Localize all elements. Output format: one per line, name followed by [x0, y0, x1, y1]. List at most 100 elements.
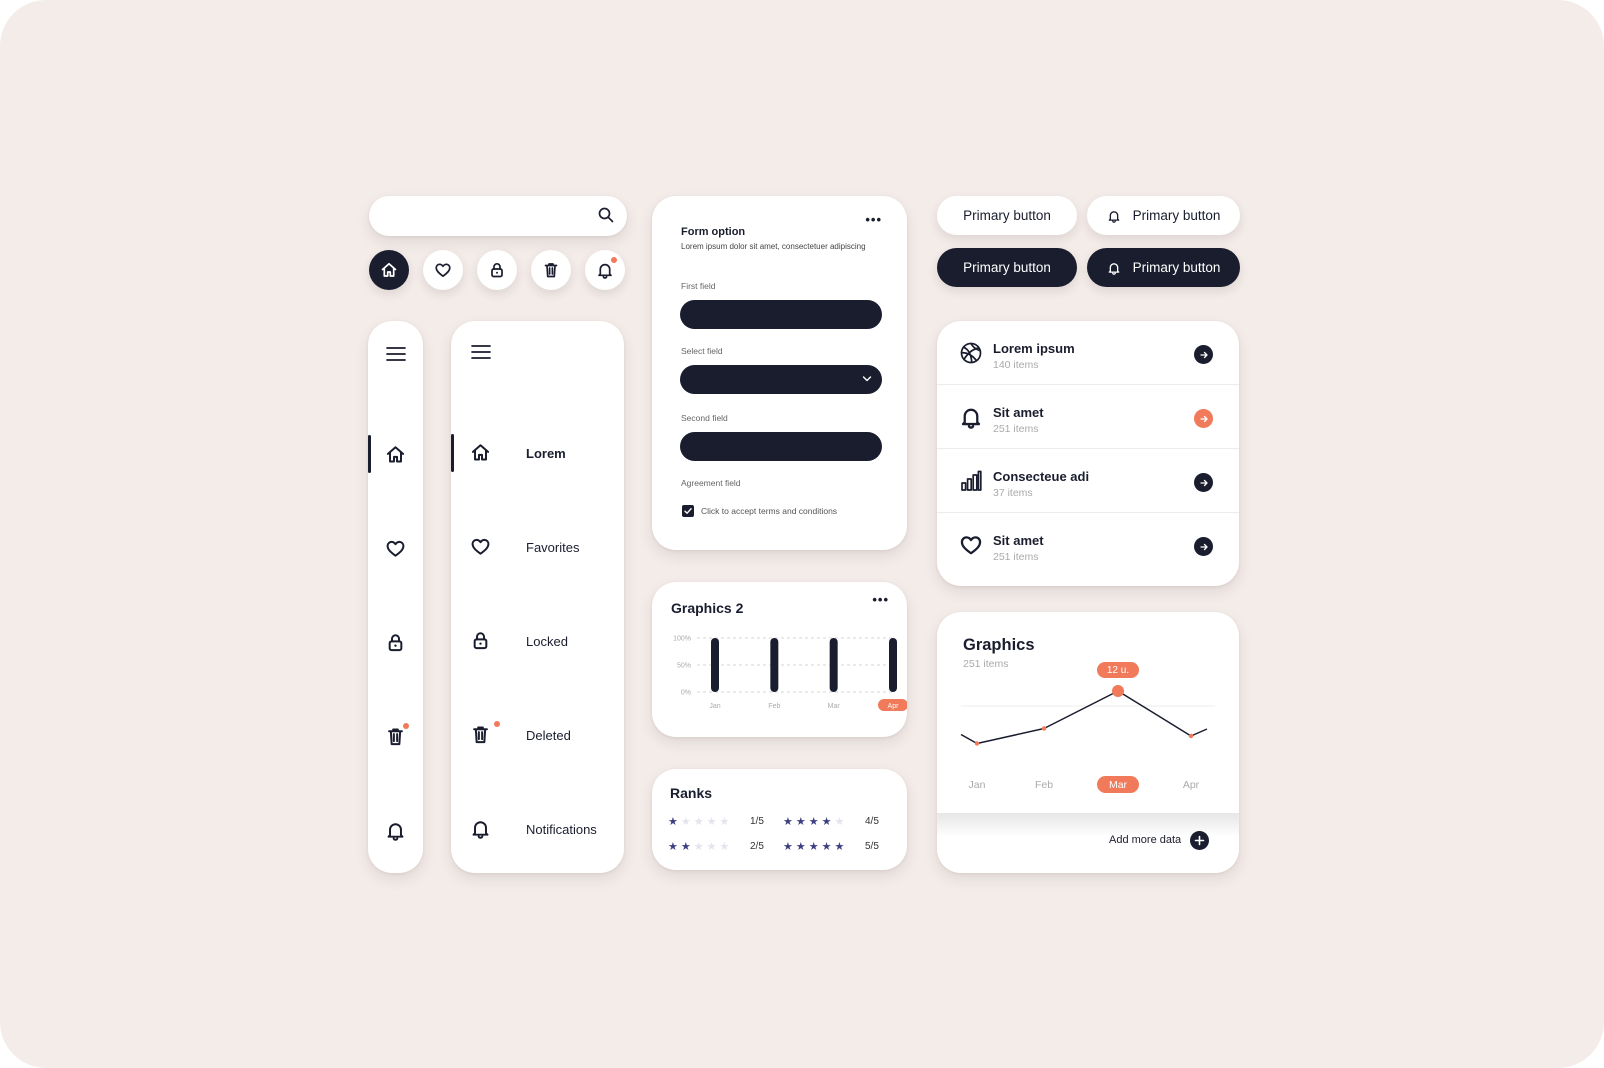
sidebar-item-home[interactable] — [368, 434, 423, 474]
data-point[interactable] — [974, 741, 980, 746]
star-empty-icon: ★ — [834, 816, 845, 828]
select-field[interactable] — [680, 365, 882, 394]
list-item[interactable]: Sit amet 251 items — [937, 385, 1239, 449]
terms-checkbox-label: Click to accept terms and conditions — [701, 506, 838, 516]
sidebar-item-label: Locked — [526, 633, 568, 649]
list-item[interactable]: Lorem ipsum 140 items — [937, 321, 1239, 385]
search-icon[interactable] — [597, 206, 615, 224]
list-item-count: 251 items — [993, 423, 1039, 435]
sidebar-item-deleted[interactable]: Deleted — [451, 715, 624, 755]
bar — [829, 638, 838, 692]
list-item-title: Consecteue adi — [993, 469, 1090, 484]
sidebar-item-favorites[interactable]: Favorites — [451, 527, 624, 567]
x-tick-label: Jan — [969, 779, 986, 791]
first-field-input[interactable] — [680, 300, 882, 329]
star-empty-icon: ★ — [693, 816, 704, 828]
terms-checkbox[interactable] — [682, 505, 694, 517]
star-filled-icon: ★ — [821, 816, 832, 828]
graphics-2-title: Graphics 2 — [671, 600, 744, 616]
bell-icon — [385, 820, 406, 841]
bar — [711, 638, 719, 692]
sidebar-item-notifications[interactable] — [368, 810, 423, 850]
arrow-right-icon[interactable] — [1194, 345, 1213, 364]
arrow-right-icon[interactable] — [1194, 409, 1213, 428]
arrow-right-icon[interactable] — [1194, 473, 1213, 492]
sidebar-item-notifications[interactable]: Notifications — [451, 809, 624, 849]
sidebar-item-locked[interactable]: Locked — [451, 621, 624, 661]
menu-icon[interactable] — [470, 343, 492, 361]
heart-icon — [959, 533, 983, 557]
value-tooltip-label: 12 u. — [1107, 665, 1129, 676]
category-list: Lorem ipsum 140 items Sit amet 251 items… — [937, 321, 1239, 586]
search-bar[interactable] — [369, 196, 627, 236]
bar — [889, 638, 897, 692]
lock-button[interactable] — [477, 250, 517, 290]
list-item-count: 251 items — [993, 551, 1039, 563]
sidebar-expanded: Lorem Favorites Locked Deleted Notificat… — [451, 321, 624, 873]
bell-icon — [596, 261, 614, 279]
star-rating[interactable]: ★ ★ ★ ★ ★ — [668, 815, 729, 828]
list-item[interactable]: Sit amet 251 items — [937, 513, 1239, 577]
bell-icon — [470, 818, 491, 839]
sidebar-item-label: Favorites — [526, 539, 580, 555]
primary-button-light-icon[interactable]: Primary button — [1087, 196, 1240, 235]
star-filled-icon: ★ — [808, 841, 819, 853]
x-tick-label: Apr — [1183, 779, 1200, 791]
sidebar-item-lorem[interactable]: Lorem — [451, 433, 624, 473]
star-filled-icon: ★ — [668, 816, 678, 828]
list-item[interactable]: Consecteue adi 37 items — [937, 449, 1239, 513]
x-tick-label: Mar — [828, 703, 841, 710]
y-tick-label: 0% — [681, 690, 691, 697]
heart-icon — [470, 536, 491, 557]
list-item-title: Sit amet — [993, 533, 1044, 548]
chevron-down-icon — [862, 375, 872, 383]
notifications-button[interactable] — [585, 250, 625, 290]
active-indicator — [368, 435, 371, 473]
star-filled-icon: ★ — [680, 841, 691, 853]
add-more-data-button[interactable] — [1190, 831, 1209, 850]
sidebar-item-label: Deleted — [526, 727, 571, 743]
ranks-card: Ranks ★ ★ ★ ★ ★ 1/5 ★ ★ ★ ★ ★ 2/5 ★ ★ ★ ★ ★ 4/5 ★ ★ ★ ★ ★ 5/5 — [652, 769, 907, 870]
agreement-field-label: Agreement field — [681, 478, 741, 488]
sidebar-item-favorites[interactable] — [368, 528, 423, 568]
more-options-icon[interactable]: ••• — [865, 212, 882, 227]
trash-icon — [470, 724, 491, 745]
bar-chart: 100% 50% 0% Jan Feb Mar Apr — [673, 636, 907, 711]
arrow-right-icon[interactable] — [1194, 537, 1213, 556]
lock-icon — [488, 261, 506, 279]
star-rating[interactable]: ★ ★ ★ ★ ★ — [783, 815, 844, 828]
star-filled-icon: ★ — [821, 841, 832, 853]
star-rating[interactable]: ★ ★ ★ ★ ★ — [668, 840, 729, 853]
star-empty-icon: ★ — [706, 841, 717, 853]
trash-button[interactable] — [531, 250, 571, 290]
more-options-icon[interactable]: ••• — [872, 592, 889, 607]
form-subtitle: Lorem ipsum dolor sit amet, consectetuer… — [681, 242, 866, 251]
home-button[interactable] — [369, 250, 409, 290]
search-input[interactable] — [385, 205, 585, 227]
star-rating[interactable]: ★ ★ ★ ★ ★ — [783, 840, 844, 853]
rank-label: 5/5 — [865, 841, 879, 852]
deleted-badge — [403, 723, 409, 729]
sidebar-item-locked[interactable] — [368, 622, 423, 662]
rank-label: 2/5 — [750, 841, 764, 852]
favorite-button[interactable] — [423, 250, 463, 290]
menu-icon[interactable] — [385, 345, 407, 363]
primary-button-light[interactable]: Primary button — [937, 196, 1077, 235]
notification-badge — [611, 257, 617, 263]
star-filled-icon: ★ — [834, 841, 845, 853]
sidebar-item-deleted[interactable] — [368, 716, 423, 756]
basketball-icon — [959, 341, 983, 365]
primary-button-dark[interactable]: Primary button — [937, 248, 1077, 287]
data-point[interactable] — [1188, 733, 1194, 739]
bar-chart-icon — [959, 469, 983, 493]
x-tick-label: Apr — [888, 703, 900, 710]
button-label: Primary button — [963, 260, 1051, 275]
data-point[interactable] — [1041, 726, 1047, 731]
primary-button-dark-icon[interactable]: Primary button — [1087, 248, 1240, 287]
star-empty-icon: ★ — [706, 816, 717, 828]
highlight-point[interactable] — [1112, 685, 1124, 697]
y-tick-label: 100% — [673, 636, 691, 643]
star-filled-icon: ★ — [783, 816, 793, 828]
star-filled-icon: ★ — [795, 816, 806, 828]
second-field-input[interactable] — [680, 432, 882, 461]
